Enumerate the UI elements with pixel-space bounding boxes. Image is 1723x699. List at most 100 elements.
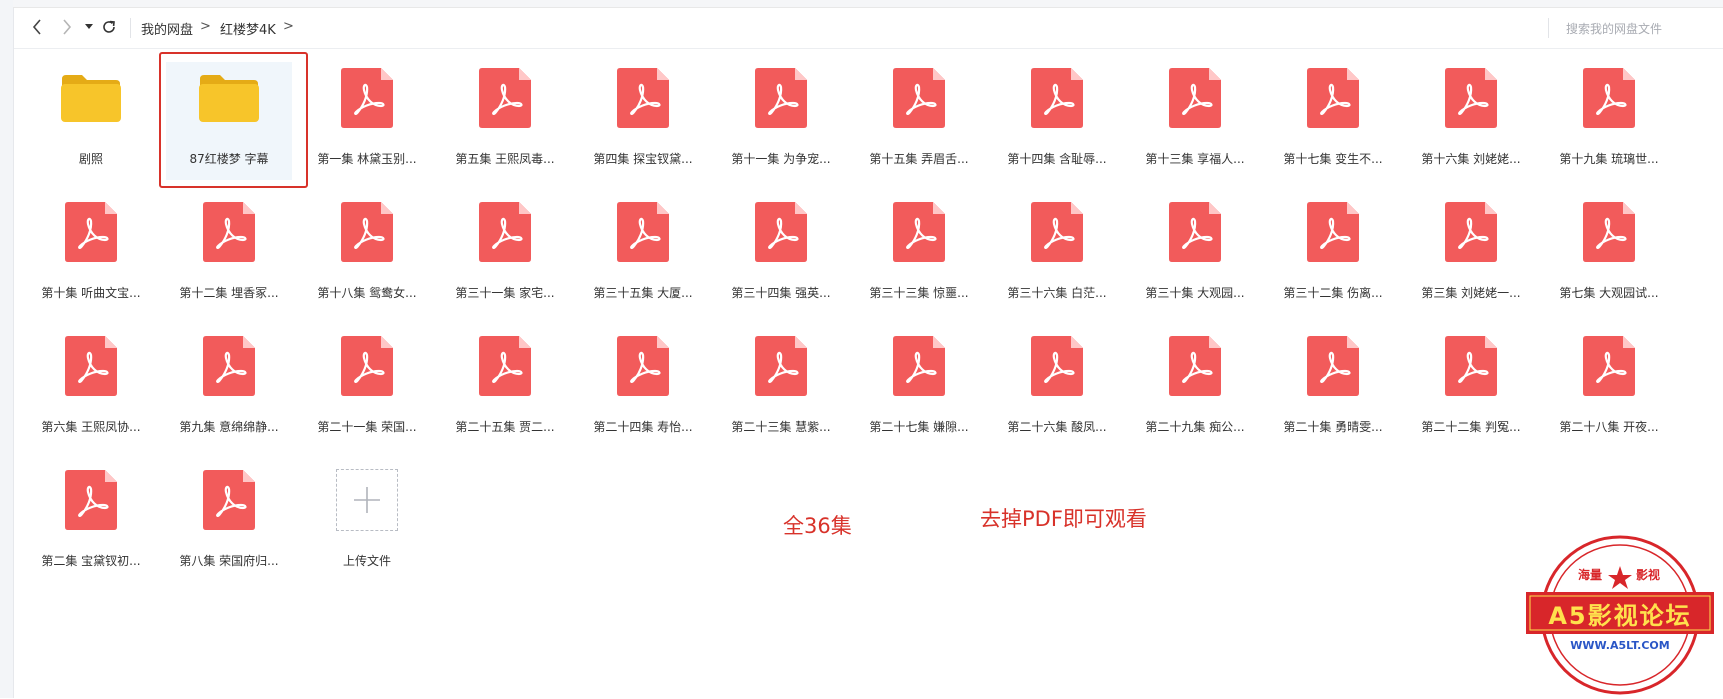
folder-item[interactable]: 剧照 <box>28 62 154 180</box>
file-name-label: 第九集 意绵绵静... <box>179 420 279 434</box>
back-icon[interactable] <box>26 16 48 38</box>
pdf-file-item[interactable]: 第二集 宝黛钗初... <box>28 464 154 582</box>
pdf-file-item[interactable]: 第七集 大观园试... <box>1546 196 1672 314</box>
file-name-label: 第二十一集 荣国... <box>317 420 417 434</box>
file-name-label: 第三十四集 强英... <box>731 286 831 300</box>
file-name-label: 第三十一集 家宅... <box>455 286 555 300</box>
pdf-file-item[interactable]: 第三十一集 家宅... <box>442 196 568 314</box>
pdf-file-item[interactable]: 第十八集 鸳鸯女... <box>304 196 430 314</box>
pdf-file-item[interactable]: 第三十四集 强英... <box>718 196 844 314</box>
pdf-file-item[interactable]: 第一集 林黛玉别... <box>304 62 430 180</box>
folder-item[interactable]: 87红楼梦 字幕 <box>166 62 292 180</box>
pdf-icon <box>166 202 292 262</box>
pdf-icon <box>580 336 706 396</box>
pdf-file-item[interactable]: 第十六集 刘姥姥... <box>1408 62 1534 180</box>
pdf-file-item[interactable]: 第五集 王熙凤毒... <box>442 62 568 180</box>
file-name-label: 第七集 大观园试... <box>1559 286 1659 300</box>
file-name-label: 第三集 刘姥姥一... <box>1421 286 1521 300</box>
upload-file-button[interactable]: 上传文件 <box>304 464 430 582</box>
pdf-file-item[interactable]: 第十五集 弄眉舌... <box>856 62 982 180</box>
file-name-label: 第十七集 变生不... <box>1283 152 1383 166</box>
file-name-label: 第五集 王熙凤毒... <box>455 152 555 166</box>
pdf-icon <box>28 202 154 262</box>
pdf-file-item[interactable]: 第十一集 为争宠... <box>718 62 844 180</box>
pdf-icon <box>580 202 706 262</box>
breadcrumb-separator: > <box>200 19 211 34</box>
breadcrumb-separator: > <box>283 19 294 34</box>
pdf-file-item[interactable]: 第二十五集 贾二... <box>442 330 568 448</box>
pdf-file-item[interactable]: 第二十七集 嫌隙... <box>856 330 982 448</box>
pdf-icon <box>304 202 430 262</box>
pdf-file-item[interactable]: 第二十三集 慧紫... <box>718 330 844 448</box>
pdf-file-item[interactable]: 第二十六集 酸凤... <box>994 330 1120 448</box>
pdf-file-item[interactable]: 第三十二集 伤离... <box>1270 196 1396 314</box>
pdf-file-item[interactable]: 第二十集 勇晴雯... <box>1270 330 1396 448</box>
file-name-label: 第二十八集 开夜... <box>1559 420 1659 434</box>
watermark-stamp: 海量 影视 A5影视论坛 WWW.A5LT.COM <box>1520 535 1720 699</box>
pdf-file-item[interactable]: 第二十八集 开夜... <box>1546 330 1672 448</box>
dropdown-icon[interactable] <box>78 16 100 38</box>
pdf-file-item[interactable]: 第十集 听曲文宝... <box>28 196 154 314</box>
pdf-icon <box>718 336 844 396</box>
pdf-icon <box>1546 202 1672 262</box>
pdf-icon <box>1270 336 1396 396</box>
file-name-label: 第十四集 含耻辱... <box>1007 152 1107 166</box>
search-input[interactable] <box>1564 17 1723 41</box>
pdf-icon <box>304 68 430 128</box>
pdf-icon <box>994 202 1120 262</box>
pdf-icon <box>1546 336 1672 396</box>
file-name-label: 第十六集 刘姥姥... <box>1421 152 1521 166</box>
file-name-label: 87红楼梦 字幕 <box>189 152 269 166</box>
stamp-main-text: A5影视论坛 <box>1548 602 1692 630</box>
breadcrumb-root[interactable]: 我的网盘 <box>141 19 193 38</box>
file-name-label: 第二十四集 寿怡... <box>593 420 693 434</box>
search-divider <box>1548 18 1549 38</box>
pdf-file-item[interactable]: 第十二集 埋香冢... <box>166 196 292 314</box>
pdf-file-item[interactable]: 第十三集 享福人... <box>1132 62 1258 180</box>
file-name-label: 第三十三集 惊噩... <box>869 286 969 300</box>
pdf-file-item[interactable]: 第三十五集 大厦... <box>580 196 706 314</box>
file-name-label: 第八集 荣国府归... <box>179 554 279 568</box>
pdf-file-item[interactable]: 第四集 探宝钗黛... <box>580 62 706 180</box>
pdf-file-item[interactable]: 第三十三集 惊噩... <box>856 196 982 314</box>
pdf-icon <box>1270 68 1396 128</box>
pdf-file-item[interactable]: 第三集 刘姥姥一... <box>1408 196 1534 314</box>
pdf-file-item[interactable]: 第二十九集 痴公... <box>1132 330 1258 448</box>
pdf-file-item[interactable]: 第二十二集 判冤... <box>1408 330 1534 448</box>
breadcrumb-current[interactable]: 红楼梦4K <box>220 19 276 38</box>
file-name-label: 第二十六集 酸凤... <box>1007 420 1107 434</box>
file-name-label: 上传文件 <box>342 554 391 568</box>
pdf-file-item[interactable]: 第八集 荣国府归... <box>166 464 292 582</box>
pdf-file-item[interactable]: 第六集 王熙凤协... <box>28 330 154 448</box>
stamp-top-left: 海量 <box>1578 568 1603 582</box>
upload-icon <box>304 469 430 531</box>
pdf-file-item[interactable]: 第三十集 大观园... <box>1132 196 1258 314</box>
pdf-icon <box>580 68 706 128</box>
file-name-label: 第十八集 鸳鸯女... <box>317 286 417 300</box>
left-sidebar-strip <box>0 0 14 698</box>
pdf-icon <box>442 202 568 262</box>
pdf-file-item[interactable]: 第二十四集 寿怡... <box>580 330 706 448</box>
pdf-icon <box>856 202 982 262</box>
stamp-url: WWW.A5LT.COM <box>1570 639 1670 652</box>
forward-icon[interactable] <box>56 16 78 38</box>
refresh-icon[interactable] <box>98 16 120 38</box>
pdf-icon <box>304 336 430 396</box>
pdf-icon <box>1132 336 1258 396</box>
toolbar-divider <box>130 18 131 38</box>
pdf-file-item[interactable]: 第十七集 变生不... <box>1270 62 1396 180</box>
window-top-bar <box>13 0 1723 8</box>
pdf-file-item[interactable]: 第二十一集 荣国... <box>304 330 430 448</box>
file-name-label: 第十三集 享福人... <box>1145 152 1245 166</box>
file-name-label: 第二十五集 贾二... <box>455 420 555 434</box>
pdf-icon <box>718 68 844 128</box>
upload-plus-icon[interactable] <box>336 469 398 531</box>
pdf-file-item[interactable]: 第三十六集 白茫... <box>994 196 1120 314</box>
pdf-icon <box>1408 336 1534 396</box>
pdf-file-item[interactable]: 第十四集 含耻辱... <box>994 62 1120 180</box>
pdf-icon <box>442 336 568 396</box>
file-name-label: 第三十五集 大厦... <box>593 286 693 300</box>
folder-icon <box>166 68 292 128</box>
pdf-file-item[interactable]: 第九集 意绵绵静... <box>166 330 292 448</box>
pdf-file-item[interactable]: 第十九集 琉璃世... <box>1546 62 1672 180</box>
